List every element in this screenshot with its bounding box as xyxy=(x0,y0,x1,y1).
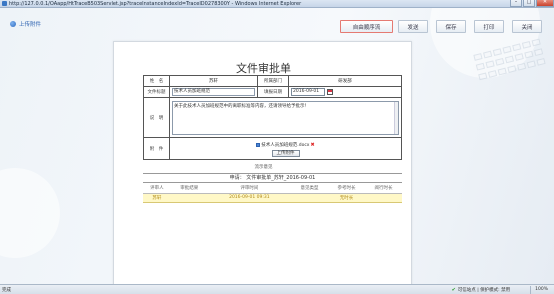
form-row: 说 明 关于此技术人员加班规范中的离职标准等内容，还请领导给予批示！ xyxy=(143,97,402,138)
table-cell: 2016-09-01 09:31 xyxy=(207,193,292,203)
maximize-button[interactable]: □ xyxy=(523,0,535,7)
column-header: 评审时间 xyxy=(207,184,292,194)
approval-form-page: 文件审批单 姓 名 苏轩 所属部门 研发部 文件标题 技术人员加班规范 填报日期… xyxy=(113,41,412,284)
table-cell: 苏轩 xyxy=(143,193,171,203)
checkmark-icon: ✔ xyxy=(451,286,456,293)
name-label: 姓 名 xyxy=(143,75,170,87)
flow-section-title: 流示意见 xyxy=(254,165,273,170)
minimize-button[interactable]: – xyxy=(510,0,522,7)
browser-content: 上传附件 自由顺序流 发送 保存 打印 关闭 文件审批单 姓 名 苏轩 所属部门… xyxy=(0,8,554,284)
apply-date-input[interactable]: 2016-09-01 xyxy=(291,88,325,96)
form-row: 文件标题 技术人员加班规范 填报日期 2016-09-01 xyxy=(143,86,402,98)
close-button[interactable]: 关闭 xyxy=(512,20,542,33)
status-bar: 完成 ✔ 可信站点 | 保护模式: 禁用 100% xyxy=(0,284,554,294)
flow-header: 申请： 文件审批单_苏轩_2016-09-01 xyxy=(143,173,402,183)
window-titlebar: http://127.0.0.1/OAapp/HtTraceB503Servle… xyxy=(0,0,554,8)
description-label: 说 明 xyxy=(143,97,170,138)
divider xyxy=(530,285,532,294)
textarea-scrollbar[interactable] xyxy=(394,101,398,134)
description-textarea[interactable]: 关于此技术人员加班规范中的离职标准等内容，还请领导给予批示！ xyxy=(172,100,399,135)
print-button[interactable]: 打印 xyxy=(474,20,504,33)
dept-label: 所属部门 xyxy=(257,75,289,87)
table-cell xyxy=(291,193,328,203)
attachment-checkbox[interactable] xyxy=(256,142,261,147)
ie-logo-icon xyxy=(2,1,7,6)
window-controls: – □ ✕ xyxy=(509,0,554,8)
attachment-file: 技术人员加班规范.docx ✖ xyxy=(256,142,315,148)
upload-icon xyxy=(10,21,16,27)
column-header: 阅行时长 xyxy=(364,184,402,194)
apply-date-field: 2016-09-01 xyxy=(291,88,399,96)
send-button[interactable]: 发送 xyxy=(398,20,428,33)
file-title-label: 文件标题 xyxy=(143,86,170,98)
action-toolbar: 上传附件 自由顺序流 发送 保存 打印 关闭 xyxy=(0,8,554,38)
delete-attachment-icon[interactable]: ✖ xyxy=(310,142,314,148)
upload-attachment-link[interactable]: 上传附件 xyxy=(10,20,41,28)
flow-table: 评审人 审批结果 评审时间 意见类型 参考时长 阅行时长 苏轩 2016-09-… xyxy=(143,184,402,203)
table-cell: 无时长 xyxy=(328,193,365,203)
upload-attachment-label: 上传附件 xyxy=(19,22,42,28)
free-flow-button[interactable]: 自由顺序流 xyxy=(340,20,393,33)
attachment-file-link[interactable]: 技术人员加班规范.docx xyxy=(261,142,309,148)
column-header: 审批结果 xyxy=(170,184,208,194)
save-button[interactable]: 保存 xyxy=(436,20,466,33)
flow-table-header: 评审人 审批结果 评审时间 意见类型 参考时长 阅行时长 xyxy=(143,184,402,194)
security-zone-label: 可信站点 | 保护模式: 禁用 xyxy=(457,287,511,293)
status-text: 完成 xyxy=(2,287,11,293)
dept-value: 研发部 xyxy=(288,75,402,87)
zoom-level[interactable]: 100% xyxy=(535,287,548,292)
upload-attachment-button[interactable]: 上传附件 xyxy=(271,149,300,157)
apply-date-label: 填报日期 xyxy=(257,86,289,98)
table-row[interactable]: 苏轩 2016-09-01 09:31 无时长 xyxy=(143,193,402,203)
close-window-button[interactable]: ✕ xyxy=(536,0,554,7)
window-title: http://127.0.0.1/OAapp/HtTraceB503Servle… xyxy=(9,0,302,7)
table-cell xyxy=(364,193,402,203)
approval-form-table: 姓 名 苏轩 所属部门 研发部 文件标题 技术人员加班规范 填报日期 2016-… xyxy=(143,75,402,160)
file-title-input[interactable]: 技术人员加班规范 xyxy=(172,88,255,96)
calendar-icon[interactable] xyxy=(327,89,333,95)
security-zone[interactable]: ✔ 可信站点 | 保护模式: 禁用 xyxy=(452,287,511,293)
form-row: 附 件 技术人员加班规范.docx ✖ 上传附件 xyxy=(143,137,402,160)
table-cell xyxy=(170,193,208,203)
background-decoration xyxy=(0,168,60,258)
description-text: 关于此技术人员加班规范中的离职标准等内容，还请领导给予批示！ xyxy=(174,103,309,109)
column-header: 评审人 xyxy=(143,184,171,194)
page-title: 文件审批单 xyxy=(236,62,291,75)
attachment-label: 附 件 xyxy=(143,137,170,160)
column-header: 参考时长 xyxy=(328,184,365,194)
column-header: 意见类型 xyxy=(291,184,328,194)
form-row: 姓 名 苏轩 所属部门 研发部 xyxy=(143,75,402,87)
name-value: 苏轩 xyxy=(169,75,258,87)
